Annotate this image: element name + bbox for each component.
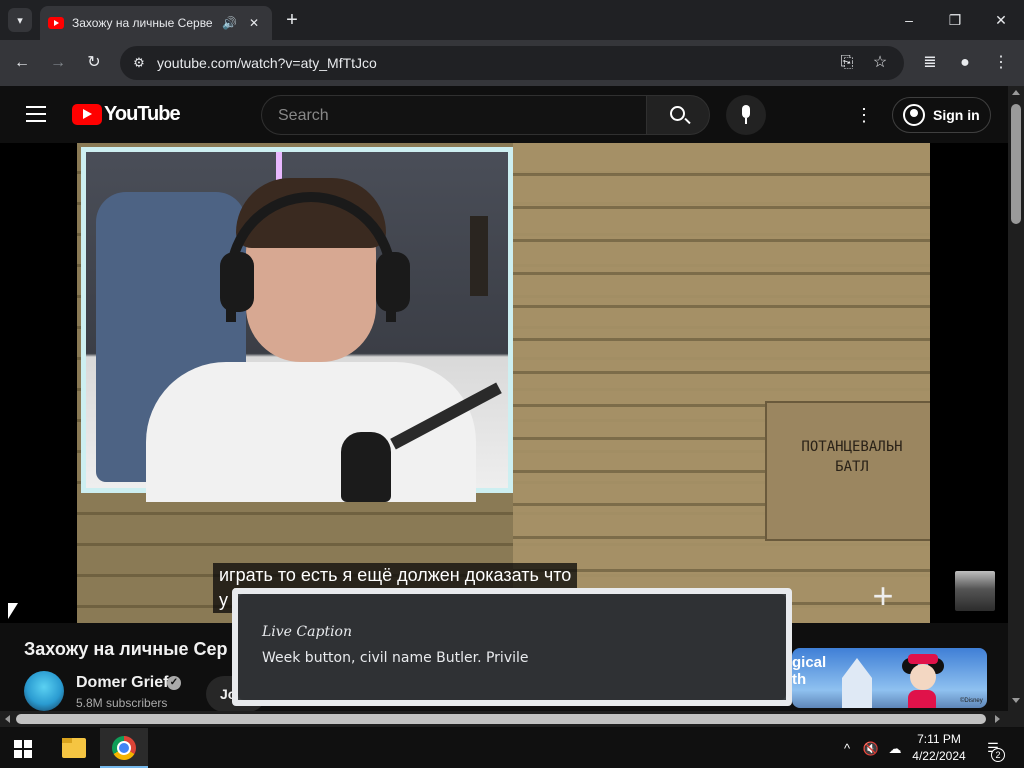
- video-frame-wall: [513, 143, 930, 623]
- live-caption-text: Week button, civil name Butler. Privile: [262, 650, 529, 666]
- subtitle-line-1: играть то есть я ещё должен доказать что: [213, 563, 578, 588]
- youtube-logo-icon[interactable]: [72, 104, 102, 125]
- scroll-left-icon[interactable]: [5, 715, 10, 723]
- scroll-down-icon[interactable]: [1012, 698, 1020, 703]
- tray-chevron-icon[interactable]: ^: [838, 740, 856, 758]
- horizontal-scroll-thumb[interactable]: [16, 714, 986, 724]
- video-title: Захожу на личные Сер: [24, 639, 228, 659]
- video-frame-sign: ПОТАНЦЕВАЛЬН БАТЛ: [765, 401, 930, 541]
- microphone-stand: [745, 118, 747, 124]
- file-explorer-icon[interactable]: [62, 738, 86, 758]
- chevron-down-icon: ▾: [17, 14, 23, 27]
- mouse-cursor-icon: [8, 603, 18, 619]
- ad-bow: [908, 654, 938, 664]
- windows-start-icon[interactable]: [14, 740, 32, 758]
- ad-copyright: ©Disney: [960, 698, 983, 704]
- bookmark-star-icon[interactable]: ☆: [869, 52, 891, 74]
- ad-dress: [908, 690, 936, 708]
- studio-microphone: [341, 432, 391, 502]
- live-caption-inner: Live Caption Week button, civil name But…: [238, 594, 786, 700]
- subtitle-line-2: у: [213, 588, 234, 613]
- youtube-header: YouTube ⋮ Sign in: [0, 86, 1008, 143]
- browser-tab-strip: ▾ Захожу на личные Серве 🔊 ✕ + – ❐ ✕: [0, 0, 1024, 40]
- clock-date: 4/22/2024: [912, 749, 966, 763]
- vertical-scroll-thumb[interactable]: [1011, 104, 1021, 224]
- voice-search-button[interactable]: [726, 95, 766, 135]
- horizontal-scrollbar[interactable]: [0, 711, 1008, 727]
- add-icon[interactable]: +: [866, 578, 900, 614]
- webcam-overlay: [81, 147, 513, 502]
- new-tab-button[interactable]: +: [282, 8, 302, 32]
- castle-icon: [842, 658, 872, 708]
- install-app-icon[interactable]: ⎘: [836, 52, 858, 74]
- address-bar[interactable]: ⚙ youtube.com/watch?v=aty_MfTtJco ⎘ ☆: [120, 46, 904, 80]
- volume-muted-icon[interactable]: 🔇: [862, 740, 880, 758]
- profile-icon[interactable]: ●: [954, 52, 976, 74]
- ad-face: [910, 664, 936, 690]
- search-box: [261, 95, 646, 135]
- verified-icon: ✓: [167, 676, 181, 690]
- tab-close-icon[interactable]: ✕: [246, 16, 262, 30]
- scroll-up-icon[interactable]: [1012, 90, 1020, 95]
- microphone-icon: [742, 105, 750, 118]
- browser-tab-active[interactable]: Захожу на личные Серве 🔊 ✕: [40, 6, 272, 40]
- clock-time: 7:11 PM: [917, 732, 961, 746]
- windows-taskbar: ^ 🔇 ☁ 7:11 PM 4/22/2024 ☰ 2: [0, 728, 1024, 768]
- notification-count-badge: 2: [991, 748, 1005, 762]
- sign-in-button[interactable]: Sign in: [892, 97, 991, 133]
- channel-avatar[interactable]: [24, 671, 64, 711]
- site-info-icon[interactable]: ⚙: [128, 52, 150, 74]
- settings-more-icon[interactable]: ⋮: [854, 104, 874, 126]
- browser-toolbar: ← → ↻ ⚙ youtube.com/watch?v=aty_MfTtJco …: [0, 40, 1024, 86]
- chrome-icon: [112, 736, 136, 760]
- search-input[interactable]: [278, 105, 628, 127]
- youtube-wordmark[interactable]: YouTube: [104, 103, 181, 126]
- tab-search-button[interactable]: ▾: [8, 8, 32, 32]
- search-button[interactable]: [646, 95, 710, 135]
- sign-in-label: Sign in: [933, 107, 980, 123]
- speaker-icon[interactable]: 🔊: [222, 16, 238, 30]
- media-controls-icon[interactable]: ≣: [919, 52, 941, 74]
- forward-icon[interactable]: →: [47, 52, 69, 74]
- vertical-scrollbar[interactable]: [1008, 86, 1024, 711]
- sign-text: ПОТАНЦЕВАЛЬН БАТЛ: [801, 439, 903, 475]
- search-icon: [670, 106, 685, 121]
- window-close-button[interactable]: ✕: [986, 8, 1016, 32]
- taskbar-chrome-button[interactable]: [100, 728, 148, 768]
- channel-name[interactable]: Domer Grief: [76, 674, 168, 692]
- network-icon[interactable]: ☁: [886, 740, 904, 758]
- cartoon-mouse-icon: [902, 654, 944, 708]
- browser-menu-icon[interactable]: ⋮: [990, 52, 1012, 74]
- subscriber-count: 5.8M subscribers: [76, 696, 168, 710]
- reload-icon[interactable]: ↻: [83, 52, 105, 74]
- live-caption-bubble[interactable]: Live Caption Week button, civil name But…: [232, 588, 792, 706]
- youtube-favicon-icon: [48, 17, 64, 29]
- window-minimize-button[interactable]: –: [894, 8, 924, 32]
- side-thumbnail[interactable]: [955, 571, 995, 611]
- taskbar-clock[interactable]: 7:11 PM 4/22/2024: [904, 731, 974, 765]
- scroll-corner: [1008, 711, 1024, 727]
- guide-menu-icon[interactable]: [26, 106, 46, 122]
- url-text: youtube.com/watch?v=aty_MfTtJco: [157, 55, 377, 71]
- ad-banner[interactable]: gical th ©Disney: [792, 648, 987, 708]
- live-caption-title: Live Caption: [262, 624, 352, 640]
- headphone-right: [376, 252, 410, 312]
- ad-text: gical th: [792, 654, 827, 688]
- video-player[interactable]: ПОТАНЦЕВАЛЬН БАТЛ: [77, 143, 930, 623]
- tab-title: Захожу на личные Серве: [72, 16, 213, 30]
- scroll-right-icon[interactable]: [995, 715, 1000, 723]
- window-maximize-button[interactable]: ❐: [940, 8, 970, 32]
- back-icon[interactable]: ←: [11, 52, 33, 74]
- webcam-torch: [470, 216, 488, 296]
- headphone-left: [220, 252, 254, 312]
- account-icon: [903, 104, 925, 126]
